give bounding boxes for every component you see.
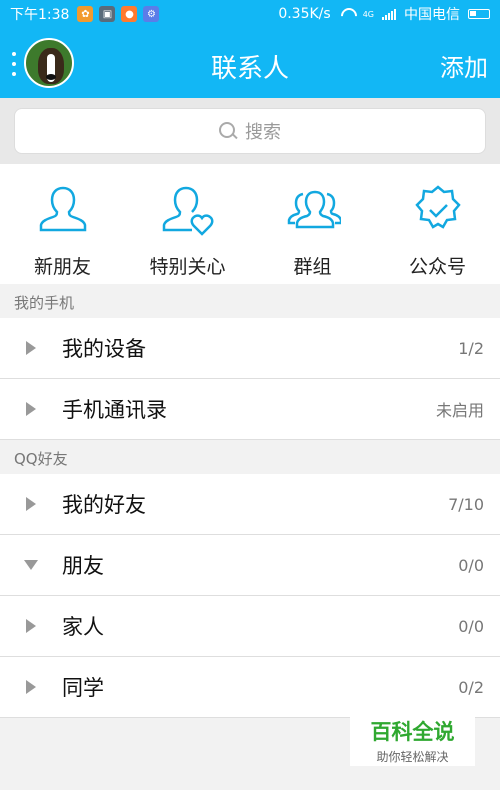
expand-arrow-icon	[26, 680, 36, 694]
network-type: 4G	[362, 9, 374, 19]
quick-label: 新朋友	[33, 256, 91, 278]
carrier-name: 中国电信	[404, 7, 460, 23]
group-label: 同学	[62, 676, 104, 700]
list-item[interactable]: 手机通讯录 未启用	[0, 379, 500, 440]
expand-arrow-icon	[26, 341, 36, 355]
status-bar: 下午1:38 ✿ ▣ ● ⚙ 0.35K/s 4G 中国电信	[0, 0, 500, 28]
quick-label: 群组	[293, 256, 332, 278]
search-input[interactable]: 搜索	[14, 108, 486, 154]
section-header: QQ好友	[0, 440, 500, 474]
list-item[interactable]: 同学 0/2	[0, 657, 500, 718]
expand-arrow-icon	[26, 619, 36, 633]
group-count: 0/0	[458, 616, 484, 636]
search-icon	[219, 122, 237, 140]
status-time: 下午1:38	[10, 7, 70, 23]
list-item[interactable]: 朋友 0/0	[0, 535, 500, 596]
add-button[interactable]: 添加	[440, 48, 488, 83]
quick-actions: 新朋友 特别关心 群组 公众号	[0, 164, 500, 284]
quick-label: 公众号	[408, 256, 466, 278]
notification-image-icon: ▣	[99, 6, 116, 22]
group-label: 家人	[62, 615, 104, 639]
notification-settings-icon: ⚙	[143, 6, 160, 22]
battery-icon	[468, 9, 490, 19]
page-title: 联系人	[210, 54, 289, 84]
quick-label: 特别关心	[149, 256, 226, 278]
watermark-brand: 百科全说	[370, 720, 455, 744]
list-item[interactable]: 家人 0/0	[0, 596, 500, 657]
person-heart-icon	[162, 186, 213, 236]
search-area: 搜索	[0, 98, 500, 164]
group-count: 1/2	[458, 338, 484, 358]
group-count: 0/2	[458, 677, 484, 697]
group-label: 我的好友	[62, 493, 146, 517]
quick-new-friends[interactable]: 新朋友	[0, 164, 125, 284]
watermark-slogan: 助你轻松解决	[376, 750, 449, 764]
list-item[interactable]: 我的设备 1/2	[0, 318, 500, 379]
watermark: 百科全说 助你轻松解决	[350, 712, 475, 766]
group-count: 未启用	[435, 401, 484, 420]
person-icon	[39, 186, 86, 232]
list-item[interactable]: 我的好友 7/10	[0, 474, 500, 535]
group-count: 7/10	[448, 494, 484, 514]
notification-message-icon: ●	[121, 6, 138, 22]
group-count: 0/0	[458, 555, 484, 575]
signal-icon	[382, 8, 396, 20]
quick-special-care[interactable]: 特别关心	[125, 164, 250, 284]
group-label: 手机通讯录	[62, 398, 167, 422]
group-label: 我的设备	[62, 337, 146, 361]
quick-groups[interactable]: 群组	[250, 164, 375, 284]
search-placeholder: 搜索	[245, 122, 281, 143]
notification-app-icon: ✿	[77, 6, 94, 22]
expand-arrow-icon	[26, 497, 36, 511]
group-icon	[287, 190, 341, 229]
group-label: 朋友	[62, 554, 104, 578]
collapse-arrow-icon	[24, 560, 38, 570]
badge-check-icon	[414, 185, 461, 229]
network-speed: 0.35K/s	[278, 6, 331, 22]
section-header: 我的手机	[0, 284, 500, 318]
quick-official-accounts[interactable]: 公众号	[375, 164, 500, 284]
wifi-icon	[339, 8, 355, 20]
title-bar: 联系人 添加	[0, 28, 500, 98]
expand-arrow-icon	[26, 402, 36, 416]
